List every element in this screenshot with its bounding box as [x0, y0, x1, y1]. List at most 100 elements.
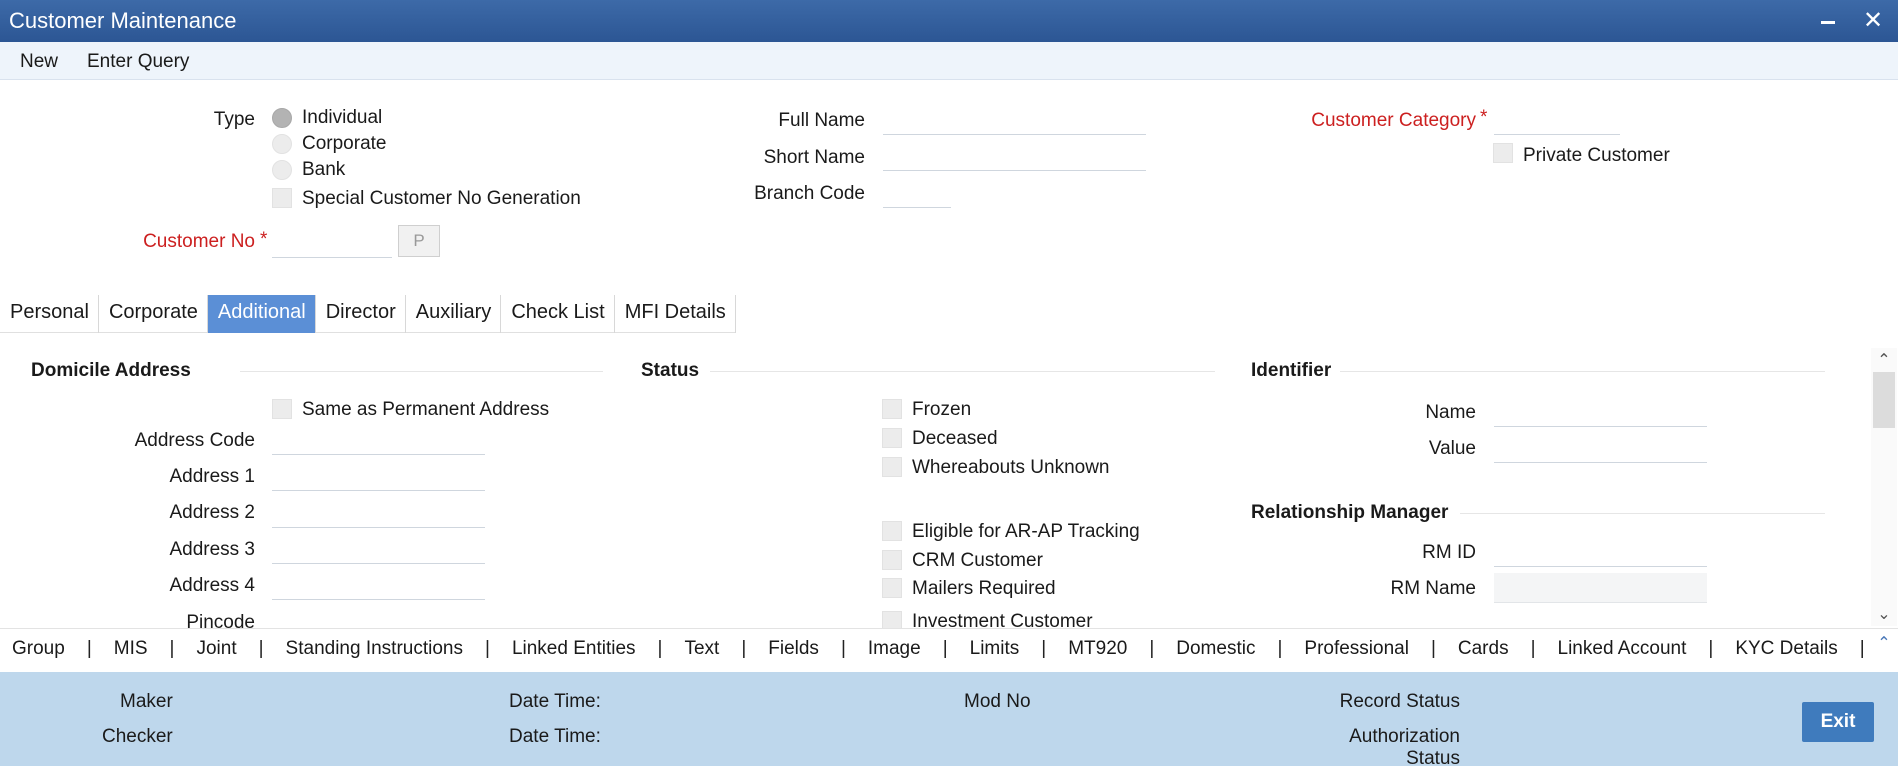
full-name-label: Full Name: [778, 110, 865, 131]
special-customer-no-label: Special Customer No Generation: [302, 188, 581, 209]
mailers-required-checkbox[interactable]: [882, 578, 902, 598]
sub-screen-links-bar: Group | MIS | Joint | Standing Instructions…: [0, 628, 1898, 672]
same-as-permanent-label: Same as Permanent Address: [302, 399, 550, 420]
frozen-checkbox[interactable]: [882, 399, 902, 419]
customer-category-required-mark: *: [1480, 107, 1488, 128]
identifier-name-input[interactable]: [1494, 397, 1707, 427]
crm-customer-checkbox[interactable]: [882, 550, 902, 570]
tab-mfi-details[interactable]: MFI Details: [615, 295, 736, 333]
type-radio-corporate[interactable]: [272, 134, 292, 154]
crm-customer-label: CRM Customer: [912, 550, 1043, 571]
tab-director[interactable]: Director: [316, 295, 406, 333]
whereabouts-unknown-checkbox[interactable]: [882, 457, 902, 477]
full-name-input[interactable]: [883, 105, 1146, 135]
link-limits[interactable]: Limits: [970, 638, 1020, 660]
checker-label: Checker: [102, 726, 173, 747]
status-title: Status: [641, 360, 700, 381]
status-section-line: [710, 371, 1215, 372]
customer-category-label: Customer Category: [1311, 110, 1476, 131]
collapse-links-icon[interactable]: ⌃: [1871, 633, 1897, 653]
customer-maintenance-window: Customer Maintenance ✕ New Enter Query T…: [0, 0, 1898, 766]
customer-category-input[interactable]: [1494, 105, 1620, 135]
short-name-label: Short Name: [763, 147, 865, 168]
maker-label: Maker: [120, 691, 173, 712]
link-cards[interactable]: Cards: [1458, 638, 1509, 660]
mod-no-label: Mod No: [964, 691, 1031, 712]
title-bar: Customer Maintenance ✕: [0, 0, 1898, 42]
link-professional[interactable]: Professional: [1304, 638, 1409, 660]
link-mis[interactable]: MIS: [114, 638, 148, 660]
eligible-ar-ap-label: Eligible for AR-AP Tracking: [912, 521, 1140, 542]
close-icon[interactable]: ✕: [1858, 6, 1888, 36]
link-standing-instructions[interactable]: Standing Instructions: [286, 638, 463, 660]
link-linked-entities[interactable]: Linked Entities: [512, 638, 636, 660]
identifier-name-label: Name: [1425, 402, 1476, 423]
address-1-input[interactable]: [272, 461, 485, 491]
type-label: Type: [213, 109, 255, 130]
short-name-input[interactable]: [883, 141, 1146, 171]
eligible-ar-ap-checkbox[interactable]: [882, 521, 902, 541]
address-3-input[interactable]: [272, 534, 485, 564]
rm-section-line: [1460, 513, 1825, 514]
identifier-value-input[interactable]: [1494, 433, 1707, 463]
record-status-label: Record Status: [1339, 691, 1460, 712]
exit-button[interactable]: Exit: [1802, 702, 1874, 742]
deceased-label: Deceased: [912, 428, 998, 449]
investment-customer-checkbox[interactable]: [882, 611, 902, 628]
link-joint[interactable]: Joint: [196, 638, 236, 660]
enter-query-button[interactable]: Enter Query: [87, 51, 189, 73]
additional-tab-content: Domicile Address Same as Permanent Addre…: [0, 340, 1870, 628]
maker-date-time-label: Date Time:: [509, 691, 601, 712]
link-fields[interactable]: Fields: [768, 638, 819, 660]
authorization-status-label: Authorization Status: [1349, 726, 1460, 766]
link-linked-account[interactable]: Linked Account: [1558, 638, 1687, 660]
link-group[interactable]: Group: [12, 638, 65, 660]
rm-name-input: [1494, 573, 1707, 603]
address-2-input[interactable]: [272, 498, 485, 528]
private-customer-label: Private Customer: [1523, 145, 1670, 166]
deceased-checkbox[interactable]: [882, 428, 902, 448]
link-image[interactable]: Image: [868, 638, 921, 660]
rm-name-label: RM Name: [1390, 578, 1476, 599]
customer-no-label: Customer No: [143, 231, 255, 252]
new-button[interactable]: New: [20, 51, 58, 73]
type-option-corporate: Corporate: [302, 133, 387, 154]
type-radio-individual[interactable]: [272, 108, 292, 128]
rm-id-input[interactable]: [1494, 537, 1707, 567]
address-4-input[interactable]: [272, 570, 485, 600]
customer-no-required-mark: *: [260, 229, 268, 250]
type-option-bank: Bank: [302, 159, 346, 180]
link-text[interactable]: Text: [684, 638, 719, 660]
customer-no-p-button[interactable]: P: [398, 225, 440, 257]
private-customer-checkbox[interactable]: [1493, 143, 1513, 163]
rm-id-label: RM ID: [1422, 542, 1476, 563]
window-title: Customer Maintenance: [9, 8, 237, 33]
tab-auxiliary[interactable]: Auxiliary: [406, 295, 502, 333]
scrollbar-thumb[interactable]: [1873, 372, 1895, 428]
branch-code-input[interactable]: [883, 178, 951, 208]
tab-check-list[interactable]: Check List: [501, 295, 615, 333]
customer-no-input[interactable]: [272, 228, 392, 258]
address-code-input[interactable]: [272, 425, 485, 455]
tab-strip: Personal Corporate Additional Director A…: [0, 295, 736, 333]
type-radio-bank[interactable]: [272, 160, 292, 180]
link-kyc-details[interactable]: KYC Details: [1735, 638, 1837, 660]
special-customer-no-checkbox[interactable]: [272, 188, 292, 208]
branch-code-label: Branch Code: [754, 183, 865, 204]
whereabouts-unknown-label: Whereabouts Unknown: [912, 457, 1110, 478]
scroll-up-icon[interactable]: ⌃: [1871, 350, 1897, 370]
toolbar: New Enter Query: [0, 42, 1898, 80]
address-2-label: Address 2: [169, 502, 255, 523]
tab-corporate[interactable]: Corporate: [99, 295, 208, 333]
link-mt920[interactable]: MT920: [1068, 638, 1127, 660]
domicile-section-line: [240, 371, 603, 372]
type-option-individual: Individual: [302, 107, 383, 128]
pincode-input[interactable]: [272, 607, 485, 628]
link-domestic[interactable]: Domestic: [1176, 638, 1255, 660]
tab-personal[interactable]: Personal: [0, 295, 99, 333]
minimize-icon[interactable]: [1813, 6, 1843, 36]
tab-additional[interactable]: Additional: [207, 295, 316, 333]
scroll-down-icon[interactable]: ⌄: [1871, 604, 1897, 624]
pincode-label: Pincode: [186, 612, 255, 628]
same-as-permanent-checkbox[interactable]: [272, 399, 292, 419]
